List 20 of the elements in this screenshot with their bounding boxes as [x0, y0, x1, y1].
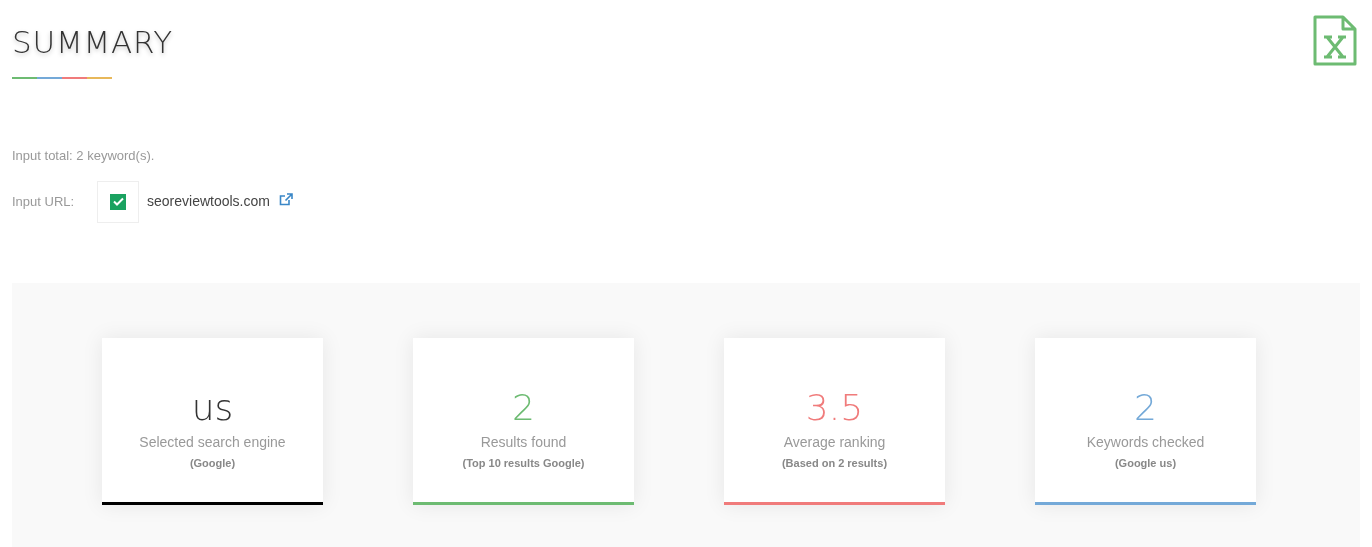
url-text: seoreviewtools.com	[147, 192, 270, 211]
checkbox[interactable]	[97, 180, 139, 223]
stat-label: Keywords checked	[1086, 432, 1205, 452]
stat-label: Selected search engine	[139, 432, 286, 452]
page-title: SUMMARY	[12, 23, 173, 62]
excel-file-icon[interactable]	[1313, 15, 1357, 66]
stat-value: 3.5	[805, 385, 864, 430]
stat-note: (Google)	[189, 455, 236, 471]
stat-note: (Top 10 results Google)	[462, 455, 585, 471]
external-link-icon[interactable]	[278, 193, 293, 206]
check-icon	[112, 197, 124, 206]
stat-label: Average ranking	[783, 432, 886, 452]
stat-value: us	[191, 385, 234, 430]
stat-note: (Google us)	[1114, 455, 1177, 471]
stat-value: 2	[512, 385, 535, 430]
input-total-text: Input total: 2 keyword(s).	[12, 147, 155, 165]
input-url-label: Input URL:	[12, 192, 76, 211]
stat-value: 2	[1134, 385, 1157, 430]
stat-label: Results found	[480, 432, 567, 452]
stat-note: (Based on 2 results)	[781, 455, 888, 471]
